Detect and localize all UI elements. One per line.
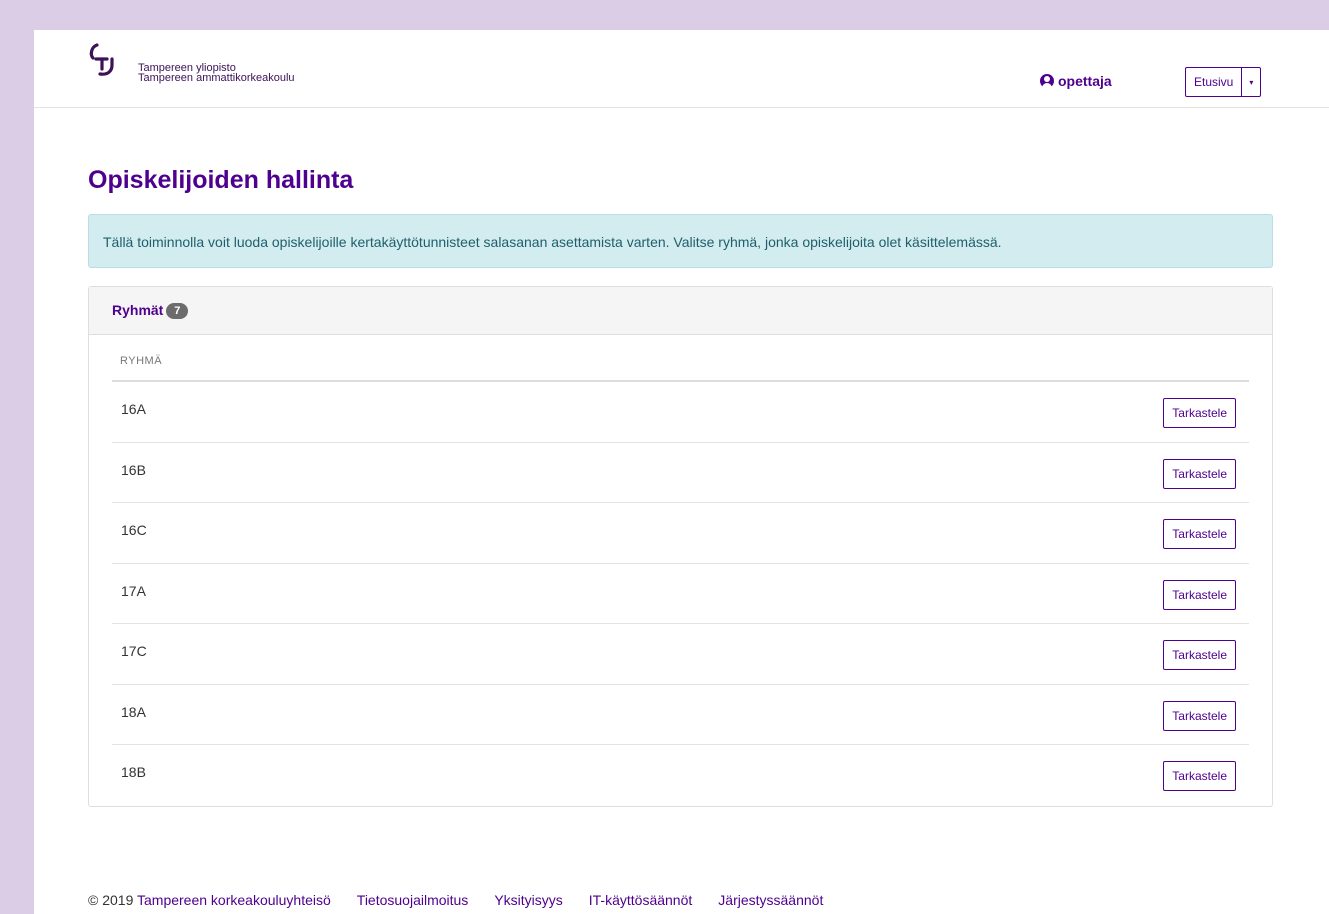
table-row: 16C Tarkastele [112,503,1249,564]
count-badge: 7 [166,303,189,319]
caret-down-icon[interactable]: ▾ [1242,68,1260,96]
groups-panel: Ryhmät 7 RYHMÄ 16A Tarkastele 16B Tarkas… [88,286,1273,807]
group-cell: 16A [121,401,146,417]
nav-home-button[interactable]: Etusivu [1186,68,1243,96]
view-button[interactable]: Tarkastele [1163,579,1236,610]
logo[interactable]: Tampereen yliopisto Tampereen ammattikor… [88,41,295,84]
tuni-logo-icon [89,43,114,76]
info-alert: Tällä toiminnolla voit luoda opiskelijoi… [88,214,1273,268]
table-row: 18A Tarkastele [112,685,1249,745]
panel-header: Ryhmät 7 [89,287,1272,335]
groups-table: RYHMÄ 16A Tarkastele 16B Tarkastele 16C … [112,335,1249,806]
page-title: Opiskelijoiden hallinta [88,166,354,194]
page: Tampereen yliopisto Tampereen ammattikor… [34,30,1329,914]
footer-link-order-rules[interactable]: Järjestyssäännöt [718,892,823,908]
view-button[interactable]: Tarkastele [1163,398,1236,428]
footer-link-privacy-notice[interactable]: Tietosuojailmoitus [357,892,469,908]
group-cell: 18A [121,703,146,720]
view-button[interactable]: Tarkastele [1163,700,1236,731]
footer-link-org[interactable]: Tampereen korkeakouluyhteisö [137,892,331,908]
table-row: 18B Tarkastele [112,745,1249,806]
view-button[interactable]: Tarkastele [1163,519,1236,549]
view-button[interactable]: Tarkastele [1163,458,1236,489]
panel-title: Ryhmät [112,302,164,318]
group-cell: 17A [121,582,146,599]
footer: © 2019 Tampereen korkeakouluyhteisö Tiet… [88,892,823,908]
user-menu[interactable]: opettaja [1040,73,1112,89]
table-row: 16B Tarkastele [112,443,1249,503]
group-cell: 17C [121,643,147,659]
footer-copyright: © 2019 Tampereen korkeakouluyhteisö [88,892,331,908]
header: Tampereen yliopisto Tampereen ammattikor… [34,30,1329,108]
column-header-group: RYHMÄ [112,335,1249,382]
view-button[interactable]: Tarkastele [1163,640,1236,670]
table-row: 16A Tarkastele [112,382,1249,443]
group-cell: 16C [121,522,147,538]
footer-link-it-rules[interactable]: IT-käyttösäännöt [589,892,693,908]
logo-line-2: Tampereen ammattikorkeakoulu [138,72,295,84]
group-cell: 18B [121,764,146,780]
group-cell: 16B [121,461,146,478]
view-button[interactable]: Tarkastele [1163,761,1236,791]
table-row: 17A Tarkastele [112,564,1249,624]
user-circle-icon [1040,74,1054,88]
user-name: opettaja [1058,73,1112,89]
logo-text: Tampereen yliopisto Tampereen ammattikor… [138,63,295,84]
footer-link-privacy[interactable]: Yksityisyys [494,892,562,908]
nav-dropdown[interactable]: Etusivu ▾ [1185,67,1262,97]
table-row: 17C Tarkastele [112,624,1249,685]
copyright-text: © 2019 [88,892,134,908]
